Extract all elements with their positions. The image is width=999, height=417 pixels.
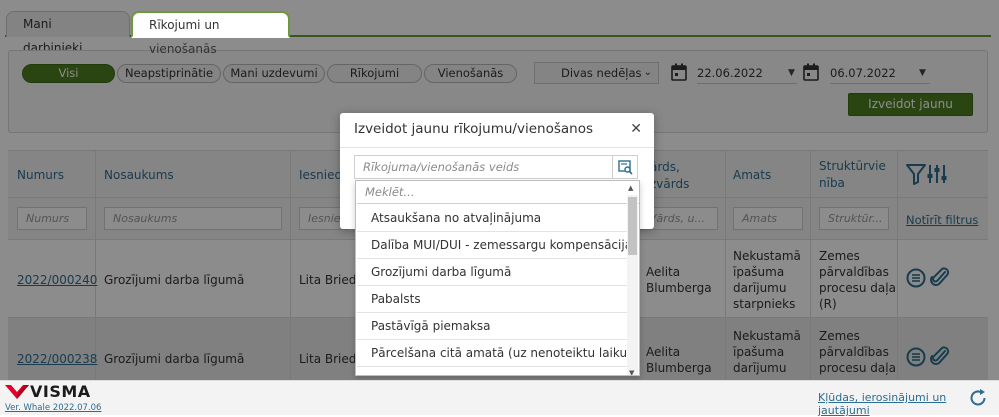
dropdown-scrollbar[interactable]: ▲ ▼ bbox=[627, 184, 638, 375]
dropdown-option[interactable]: Pastāvīgā piemaksa bbox=[357, 313, 627, 340]
scrollbar-thumb[interactable] bbox=[628, 197, 637, 255]
scroll-up-arrow[interactable]: ▲ bbox=[628, 184, 633, 192]
dropdown-option[interactable]: Pabalsts bbox=[357, 286, 627, 313]
type-dropdown-list: Meklēt... Atsaukšana no atvaļinājuma Dal… bbox=[355, 180, 640, 376]
dropdown-option[interactable]: Pārcelšana citā amatā (uz nenoteiktu lai… bbox=[357, 340, 627, 367]
visma-logo-icon bbox=[5, 385, 29, 399]
dropdown-option[interactable]: Atsaukšana no atvaļinājuma bbox=[357, 205, 627, 232]
dialog-title: Izveidot jaunu rīkojumu/vienošanos bbox=[354, 121, 593, 137]
dropdown-search-input[interactable]: Meklēt... bbox=[357, 182, 639, 204]
refresh-icon[interactable] bbox=[968, 388, 988, 408]
scroll-down-arrow[interactable]: ▼ bbox=[629, 369, 634, 375]
version-link[interactable]: Ver. Whale 2022.07.06 bbox=[5, 403, 101, 413]
close-icon[interactable]: ✕ bbox=[630, 121, 642, 137]
tab-rikojumi-un-vienosanas[interactable]: Rīkojumi un vienošanās bbox=[131, 11, 290, 56]
brand-name: VISMA bbox=[30, 382, 91, 401]
dialog-divider bbox=[340, 147, 654, 148]
type-select-input[interactable]: Rīkojuma/vienošanās veids bbox=[354, 155, 612, 179]
dropdown-option[interactable]: Grozījumi darba līgumā bbox=[357, 259, 627, 286]
list-search-icon bbox=[618, 160, 633, 175]
dropdown-option[interactable]: Dalība MUI/DUI - zemessargu kompensācija bbox=[357, 232, 627, 259]
lookup-button[interactable] bbox=[612, 155, 638, 179]
